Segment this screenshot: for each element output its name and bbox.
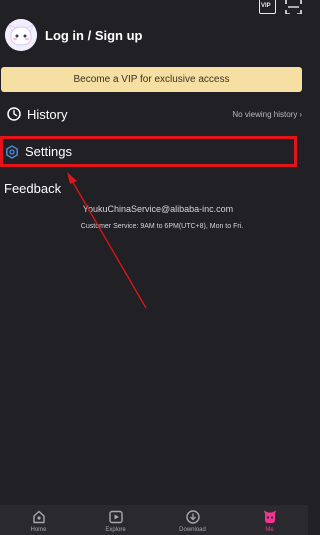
vip-icon-label: VIP <box>261 3 271 9</box>
vip-icon[interactable]: VIP <box>259 0 276 14</box>
feedback-link[interactable]: Feedback <box>4 181 61 196</box>
history-row[interactable]: History No viewing history › <box>0 102 308 126</box>
home-icon <box>31 509 47 525</box>
tab-explore[interactable]: Explore <box>86 505 146 535</box>
chevron-right-icon: › <box>299 109 302 119</box>
bottom-tab-bar: Home Explore Download Me <box>0 505 308 535</box>
mascot-face-icon <box>262 509 278 525</box>
login-signup-link[interactable]: Log in / Sign up <box>45 28 142 43</box>
tab-explore-label: Explore <box>105 527 126 533</box>
profile-header[interactable]: Log in / Sign up <box>5 14 308 56</box>
tab-home-label: Home <box>30 527 47 533</box>
download-icon <box>185 509 201 525</box>
play-square-icon <box>108 509 124 525</box>
tab-me[interactable]: Me <box>240 505 300 535</box>
settings-row[interactable]: Settings <box>0 136 297 167</box>
history-status-text: No viewing history <box>232 109 298 119</box>
tab-download[interactable]: Download <box>163 505 223 535</box>
history-label: History <box>27 106 68 122</box>
tab-home[interactable]: Home <box>9 505 69 535</box>
history-status: No viewing history › <box>232 110 302 119</box>
contact-hours: Customer Service: 9AM to 6PM(UTC+8), Mon… <box>80 223 244 230</box>
clock-icon <box>7 107 21 121</box>
scan-icon[interactable] <box>285 0 302 14</box>
avatar[interactable] <box>5 19 37 51</box>
mascot-avatar-icon <box>5 19 37 51</box>
tab-download-label: Download <box>179 527 206 533</box>
settings-label: Settings <box>25 144 72 159</box>
contact-email: YoukuChinaService@alibaba-inc.com <box>82 204 234 214</box>
tab-me-label: Me <box>265 527 274 533</box>
vip-upgrade-banner[interactable]: Become a VIP for exclusive access <box>1 67 302 92</box>
gear-icon <box>5 144 19 159</box>
